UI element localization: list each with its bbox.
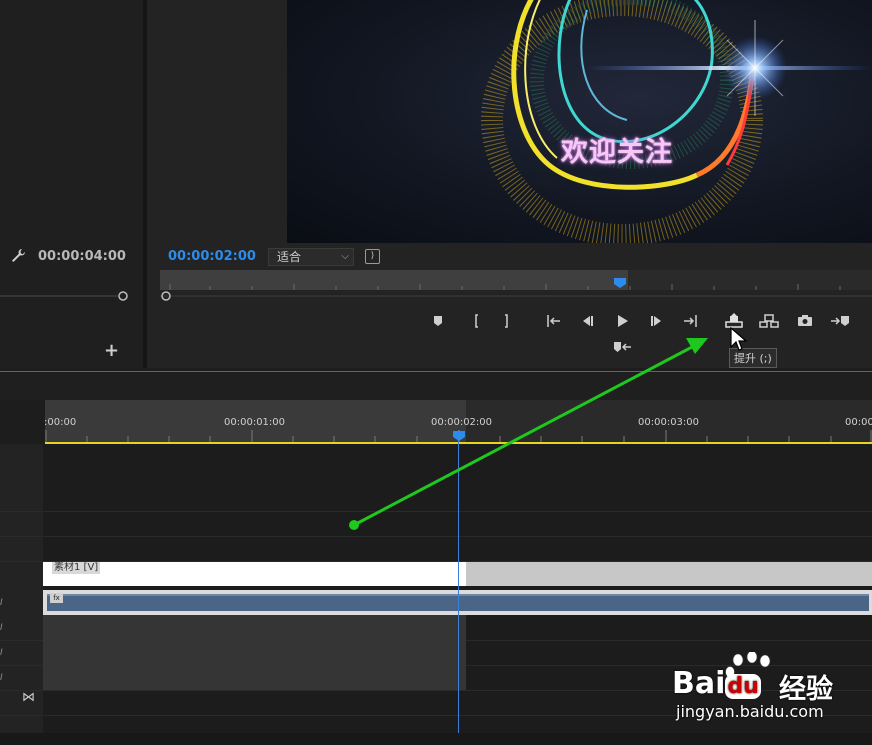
fx-badge: fx [50, 593, 63, 603]
watermark-brand: Baidu [672, 666, 761, 701]
watermark-jingyan: 经验 [779, 674, 833, 705]
watermark-domain: jingyan.baidu.com [676, 702, 824, 721]
resolution-button[interactable]: ⟩ [365, 249, 380, 264]
program-timecode[interactable]: 00:00:02:00 [168, 249, 256, 264]
step-back-icon [583, 316, 593, 326]
go-to-in-button[interactable] [542, 312, 564, 330]
play-button[interactable] [611, 312, 633, 330]
ruler-label-4: 00:00 [845, 417, 872, 428]
ruler-label-0: :00:00 [44, 417, 77, 428]
insert-icon [831, 316, 849, 326]
program-scroll-bar[interactable] [160, 291, 872, 301]
track-tag: I [0, 673, 3, 683]
video-preview: 欢迎关注 [287, 0, 872, 243]
step-forward-button[interactable] [646, 312, 668, 330]
insert-button[interactable] [829, 312, 851, 330]
video-title-text: 欢迎关注 [561, 137, 673, 168]
timeline-header [0, 373, 872, 400]
step-back-button[interactable] [576, 312, 598, 330]
watermark-brand-du: du [725, 674, 761, 699]
program-playhead-marker[interactable] [613, 277, 627, 289]
in-out-range-highlight [43, 615, 466, 690]
track-tag: I [0, 623, 3, 633]
fit-select-value: 适合 [277, 250, 302, 264]
timeline-scroll-bar[interactable] [0, 733, 872, 745]
source-monitor-panel [0, 0, 143, 368]
fit-select[interactable]: 适合 ⌵ [268, 248, 354, 266]
ruler-label-2: 00:00:02:00 [431, 417, 493, 428]
mark-out-button[interactable] [496, 312, 518, 330]
extract-icon [759, 314, 779, 328]
mark-out-icon [505, 314, 508, 328]
step-forward-icon [651, 316, 661, 326]
wrench-icon[interactable] [10, 248, 26, 264]
overwrite-icon [614, 342, 631, 352]
add-button[interactable]: + [104, 340, 119, 361]
sync-lock-icon[interactable]: ⋈ [22, 690, 35, 705]
mark-in-icon [475, 314, 478, 328]
track-divider [0, 536, 872, 537]
track-divider [0, 511, 872, 512]
video-clip-out-range[interactable] [466, 562, 872, 586]
timeline-playhead-line[interactable] [458, 430, 459, 735]
go-to-out-icon [684, 315, 697, 327]
panel-focus-line [0, 371, 872, 372]
overwrite-button[interactable] [611, 338, 633, 356]
add-marker-button[interactable] [427, 312, 449, 330]
chevron-down-icon: ⌵ [341, 251, 349, 262]
camera-icon [798, 315, 812, 326]
mark-in-button[interactable] [465, 312, 487, 330]
go-to-out-button[interactable] [680, 312, 702, 330]
marker-icon [434, 316, 442, 326]
ruler-label-3: 00:00:03:00 [638, 417, 700, 428]
mouse-cursor-icon [730, 327, 748, 351]
play-icon [618, 315, 628, 327]
ruler-label-1: 00:00:01:00 [224, 417, 286, 428]
program-ruler-ticks [169, 284, 841, 290]
source-scrub-bar[interactable] [0, 289, 143, 303]
watermark-brand-bai: Bai [672, 666, 726, 701]
export-frame-button[interactable] [794, 312, 816, 330]
timeline-playhead-marker[interactable] [452, 430, 466, 442]
video-frame-graphic [481, 0, 872, 243]
go-to-in-icon [547, 315, 560, 327]
track-tag: I [0, 648, 3, 658]
clip-label: 素材1 [V] [52, 562, 101, 574]
track-tag: I [0, 598, 3, 608]
video-clip-in-range[interactable] [43, 562, 466, 586]
source-timecode[interactable]: 00:00:04:00 [38, 249, 126, 264]
extract-button[interactable] [758, 312, 780, 330]
